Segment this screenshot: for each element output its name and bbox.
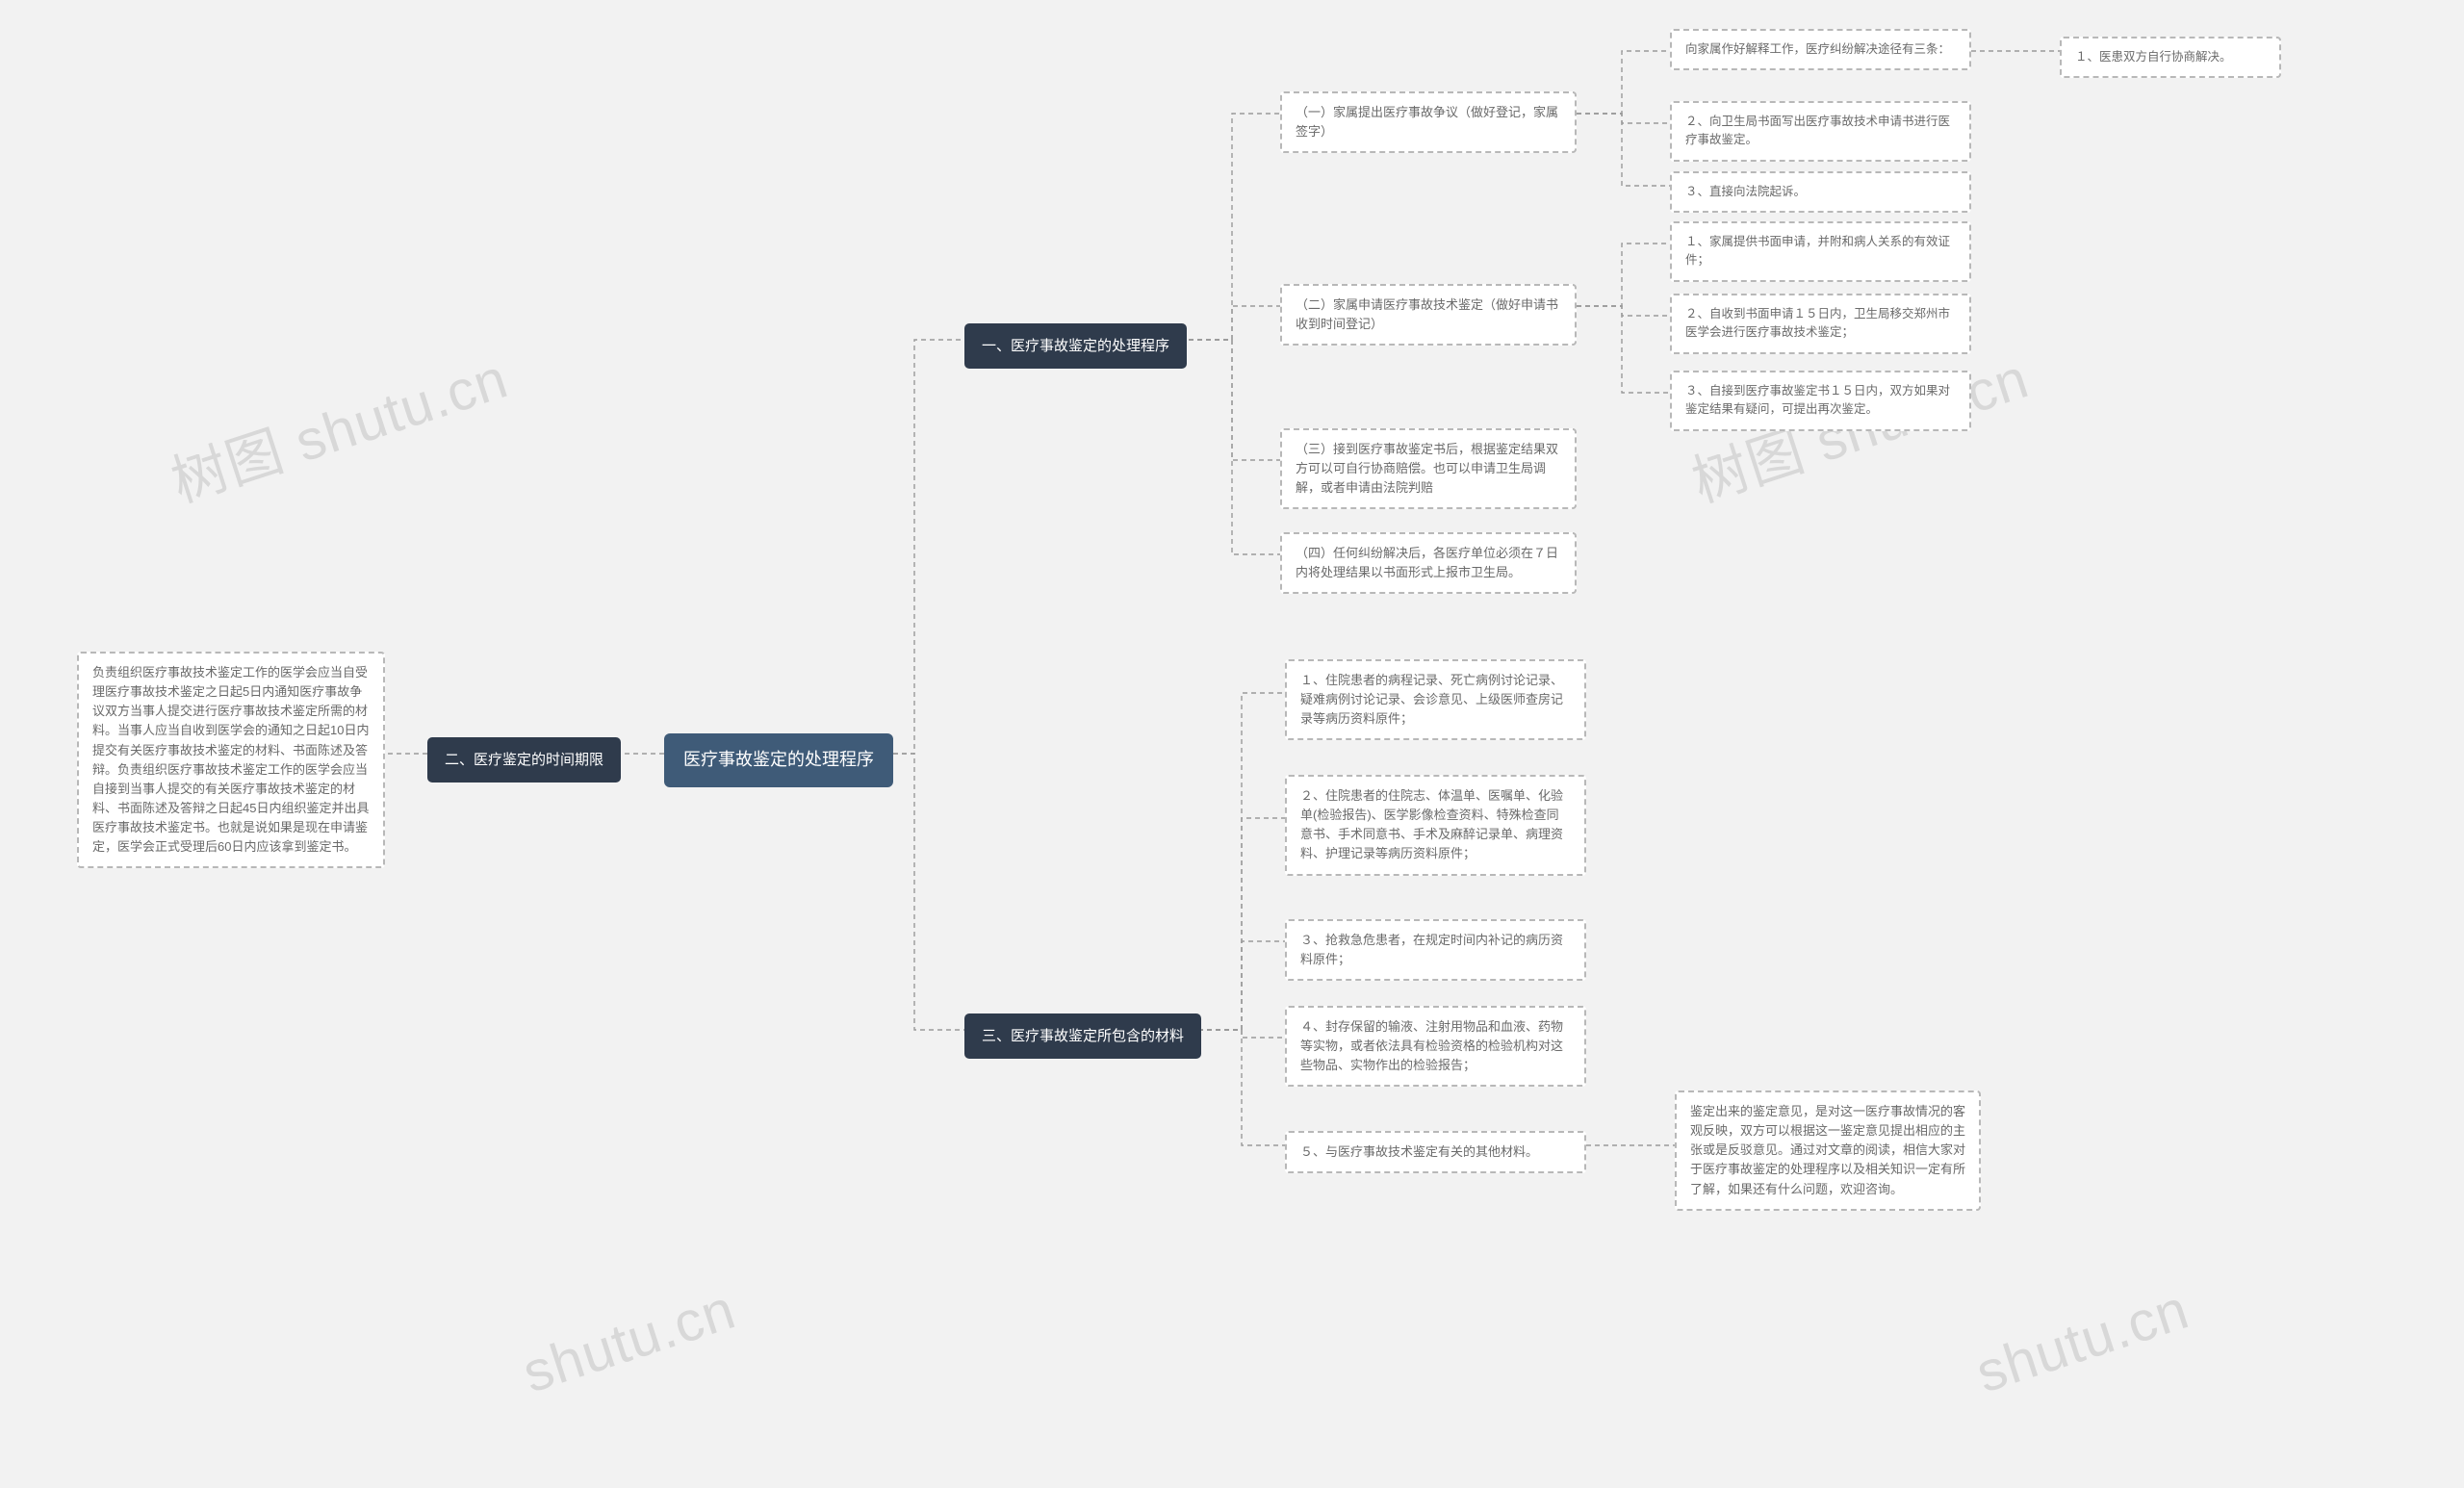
branch-3-m3[interactable]: ３、抢救急危患者，在规定时间内补记的病历资料原件；: [1285, 919, 1586, 981]
watermark: shutu.cn: [515, 1277, 743, 1406]
branch-1-c4[interactable]: （四）任何纠纷解决后，各医疗单位必须在７日内将处理结果以书面形式上报市卫生局。: [1280, 532, 1577, 594]
branch-1-c1-a2[interactable]: ２、向卫生局书面写出医疗事故技术申请书进行医疗事故鉴定。: [1670, 101, 1971, 162]
branch-1-c2[interactable]: （二）家属申请医疗事故技术鉴定（做好申请书收到时间登记）: [1280, 284, 1577, 346]
root-node[interactable]: 医疗事故鉴定的处理程序: [664, 733, 893, 787]
watermark: shutu.cn: [1968, 1277, 2196, 1406]
branch-3-m2[interactable]: ２、住院患者的住院志、体温单、医嘱单、化验单(检验报告)、医学影像检查资料、特殊…: [1285, 775, 1586, 876]
watermark: 树图 shutu.cn: [160, 333, 517, 518]
branch-3-m4[interactable]: ４、封存保留的输液、注射用物品和血液、药物等实物，或者依法具有检验资格的检验机构…: [1285, 1006, 1586, 1087]
branch-1-c1-a1-child[interactable]: １、医患双方自行协商解决。: [2060, 37, 2281, 78]
branch-1-c1-a3[interactable]: ３、直接向法院起诉。: [1670, 171, 1971, 213]
branch-1-c1-a1[interactable]: 向家属作好解释工作，医疗纠纷解决途径有三条：: [1670, 29, 1971, 70]
branch-1-c3[interactable]: （三）接到医疗事故鉴定书后，根据鉴定结果双方可以可自行协商赔偿。也可以申请卫生局…: [1280, 428, 1577, 509]
branch-1-c2-b1[interactable]: １、家属提供书面申请，并附和病人关系的有效证件；: [1670, 221, 1971, 282]
branch-2[interactable]: 二、医疗鉴定的时间期限: [427, 737, 621, 782]
branch-1[interactable]: 一、医疗事故鉴定的处理程序: [964, 323, 1187, 369]
branch-1-c2-b3[interactable]: ３、自接到医疗事故鉴定书１５日内，双方如果对鉴定结果有疑问，可提出再次鉴定。: [1670, 371, 1971, 431]
branch-1-c1[interactable]: （一）家属提出医疗事故争议（做好登记，家属签字）: [1280, 91, 1577, 153]
branch-3-m5[interactable]: ５、与医疗事故技术鉴定有关的其他材料。: [1285, 1131, 1586, 1173]
branch-1-c2-b2[interactable]: ２、自收到书面申请１５日内，卫生局移交郑州市医学会进行医疗事故技术鉴定；: [1670, 294, 1971, 354]
branch-2-leaf: 负责组织医疗事故技术鉴定工作的医学会应当自受理医疗事故技术鉴定之日起5日内通知医…: [77, 652, 385, 868]
branch-3-m1[interactable]: １、住院患者的病程记录、死亡病例讨论记录、疑难病例讨论记录、会诊意见、上级医师查…: [1285, 659, 1586, 740]
branch-3-m5-child[interactable]: 鉴定出来的鉴定意见，是对这一医疗事故情况的客观反映，双方可以根据这一鉴定意见提出…: [1675, 1090, 1981, 1211]
branch-3[interactable]: 三、医疗事故鉴定所包含的材料: [964, 1013, 1201, 1059]
